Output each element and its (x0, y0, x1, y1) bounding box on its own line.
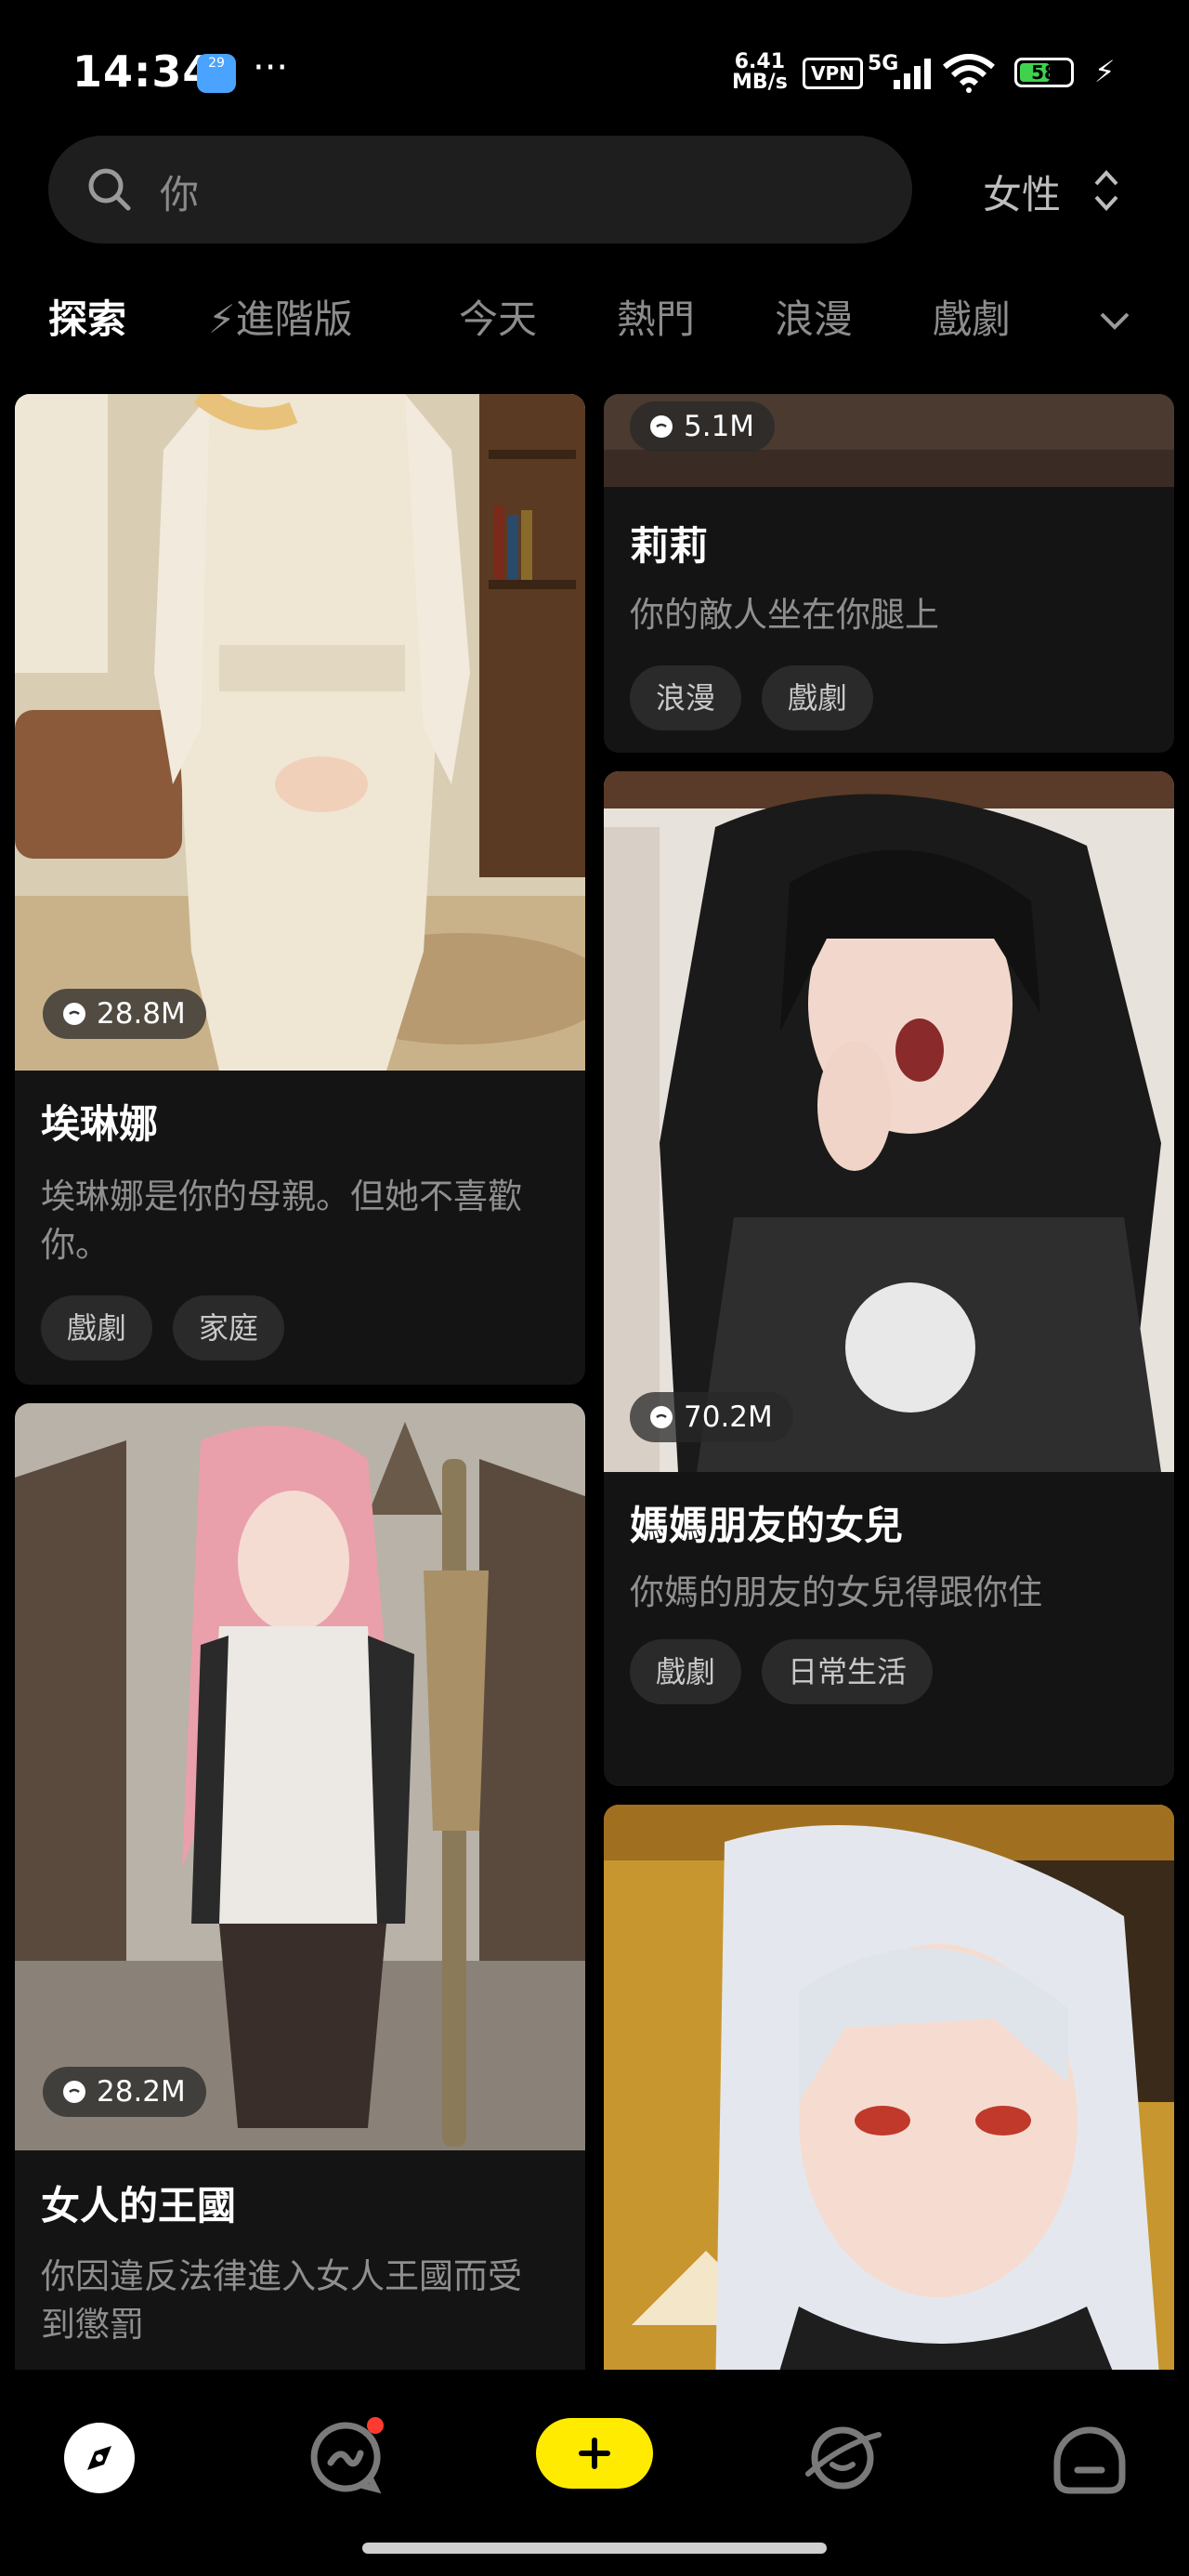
character-card-women-kingdom[interactable]: 28.2M 女人的王國 你因違反法律進入女人王國而受到懲罰 (15, 1403, 585, 2370)
tag-chip[interactable]: 日常生活 (762, 1639, 934, 1704)
character-card-elena[interactable]: 28.8M 埃琳娜 埃琳娜是你的母親。但她不喜歡你。 戲劇 家庭 (15, 394, 585, 1385)
tag-chip[interactable]: 戲劇 (762, 665, 874, 730)
home-indicator[interactable] (362, 2543, 827, 2554)
net-speed-value: 6.41 (734, 50, 786, 73)
character-image (604, 1805, 1174, 2370)
search-placeholder[interactable]: 你 (160, 164, 199, 220)
gender-filter-label: 女性 (983, 172, 1062, 217)
chat-bubble-icon (63, 2081, 85, 2103)
card-description: 你媽的朋友的女兒得跟你住 (630, 1572, 1042, 1612)
nav-chats[interactable] (303, 2416, 386, 2500)
character-card-friend-daughter[interactable]: 70.2M 媽媽朋友的女兒 你媽的朋友的女兒得跟你住 戲劇 日常生活 (604, 771, 1174, 1786)
character-image (604, 771, 1174, 1472)
character-image (15, 1403, 585, 2150)
tab-premium[interactable]: ⚡進階版 (208, 288, 353, 345)
chat-icon (310, 2417, 384, 2494)
nav-discover[interactable] (801, 2416, 884, 2500)
chat-count: 70.2M (684, 1400, 773, 1434)
chat-count-badge: 28.2M (43, 2067, 206, 2117)
card-tags: 戲劇 日常生活 (630, 1639, 953, 1704)
profile-face-icon (1053, 2426, 1126, 2494)
nav-explore[interactable] (58, 2416, 141, 2500)
bottom-navigation (0, 2370, 1189, 2576)
battery-icon: 58 (1014, 58, 1074, 87)
search-bar[interactable]: 你 (48, 136, 912, 243)
compass-icon (64, 2423, 135, 2493)
card-tags: 戲劇 家庭 (41, 1295, 305, 1360)
signal-icon (894, 59, 931, 89)
tag-chip[interactable]: 家庭 (173, 1295, 285, 1360)
tab-hot[interactable]: 熱門 (617, 288, 695, 345)
calendar-day: 29 (208, 56, 225, 71)
tag-chip[interactable]: 浪漫 (630, 665, 742, 730)
chat-count: 28.8M (97, 997, 186, 1031)
chat-count-badge: 28.8M (43, 989, 206, 1039)
card-title: 埃琳娜 (41, 1101, 159, 1147)
more-notifications-icon: ··· (253, 46, 289, 89)
chat-count-badge: 5.1M (630, 401, 776, 452)
card-description: 你因違反法律進入女人王國而受到懲罰 (41, 2256, 522, 2345)
status-time: 14:34 (72, 46, 214, 97)
chevron-down-icon[interactable] (1094, 301, 1135, 342)
tag-chip[interactable]: 戲劇 (41, 1295, 153, 1360)
chat-count-badge: 70.2M (630, 1392, 793, 1442)
charging-icon: ⚡ (1094, 54, 1116, 89)
gender-filter[interactable]: 女性 (983, 164, 1118, 220)
tag-chip[interactable]: 戲劇 (630, 1639, 742, 1704)
chat-count: 28.2M (97, 2075, 186, 2109)
sort-chevrons-icon (1094, 170, 1118, 211)
character-image (15, 394, 585, 1071)
chat-bubble-icon (650, 415, 673, 438)
net-speed: 6.41 MB/s (732, 52, 788, 93)
character-card-lily[interactable]: 5.1M 莉莉 你的敵人坐在你腿上 浪漫 戲劇 (604, 394, 1174, 753)
plus-icon (579, 2438, 610, 2469)
notification-dot (367, 2417, 384, 2434)
card-description: 埃琳娜是你的母親。但她不喜歡你。 (41, 1176, 522, 1265)
status-bar: 14:34 29 ··· 6.41 MB/s VPN 5G 58 ⚡ (0, 0, 1189, 139)
card-title: 媽媽朋友的女兒 (630, 1503, 904, 1548)
chat-bubble-icon (650, 1406, 673, 1428)
create-button[interactable] (536, 2418, 653, 2489)
calendar-icon: 29 (197, 54, 236, 93)
chat-bubble-icon (63, 1003, 85, 1025)
tab-today[interactable]: 今天 (459, 288, 537, 345)
character-card-white-hair[interactable] (604, 1805, 1174, 2370)
character-feed[interactable]: 28.8M 埃琳娜 埃琳娜是你的母親。但她不喜歡你。 戲劇 家庭 5.1M 莉莉 … (0, 394, 1189, 2370)
nav-profile[interactable] (1048, 2416, 1131, 2500)
battery-level: 58 (1031, 61, 1057, 84)
search-icon (88, 168, 131, 211)
tab-romance[interactable]: 浪漫 (775, 288, 853, 345)
tab-explore[interactable]: 探索 (48, 288, 126, 345)
card-title: 莉莉 (630, 523, 709, 569)
wifi-icon (943, 54, 995, 93)
card-title: 女人的王國 (41, 2183, 237, 2228)
vpn-badge: VPN (803, 58, 863, 89)
net-speed-unit: MB/s (732, 71, 788, 94)
tab-drama[interactable]: 戲劇 (933, 288, 1011, 345)
card-tags: 浪漫 戲劇 (630, 665, 894, 730)
card-description: 你的敵人坐在你腿上 (630, 595, 939, 635)
category-tabs: 探索 ⚡進階版 今天 熱門 浪漫 戲劇 (0, 288, 1189, 362)
planet-icon (805, 2426, 882, 2490)
chat-count: 5.1M (684, 410, 755, 443)
